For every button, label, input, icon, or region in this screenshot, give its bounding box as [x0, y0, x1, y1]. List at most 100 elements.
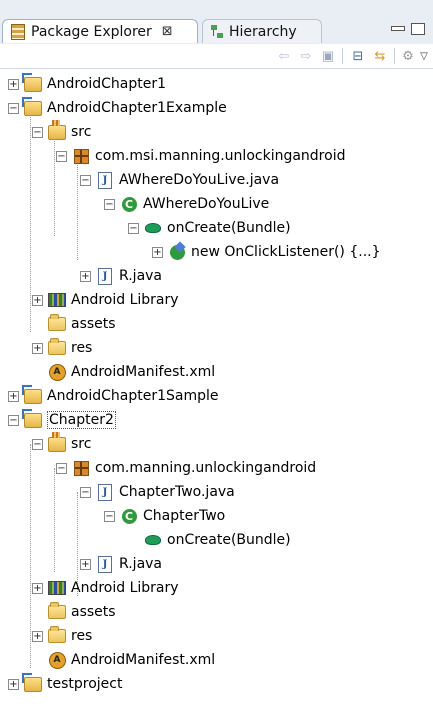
- tree-item-label: src: [71, 124, 92, 140]
- toolbar-separator: [394, 48, 395, 64]
- folder-icon: [48, 626, 66, 645]
- view-toolbar: ⇦ ⇨ ▣ ⊟ ⇆ ⚙ ▽: [0, 44, 433, 69]
- tree-item-label: AWhereDoYouLive: [143, 196, 270, 212]
- source-folder-icon: [48, 431, 66, 453]
- tree-item-method[interactable]: onCreate(Bundle): [128, 528, 291, 552]
- forward-arrow-icon[interactable]: ⇨: [298, 48, 314, 64]
- tree-item-label: AndroidManifest.xml: [71, 652, 216, 668]
- collapse-icon[interactable]: −: [8, 414, 19, 426]
- expand-icon[interactable]: +: [8, 78, 19, 90]
- tree-item-assets[interactable]: assets: [32, 600, 116, 624]
- java-file-icon: J: [96, 555, 114, 573]
- expand-icon[interactable]: +: [32, 630, 43, 642]
- expand-icon[interactable]: +: [32, 582, 43, 594]
- tree-item-java-file[interactable]: − J AWhereDoYouLive.java: [80, 168, 279, 192]
- tree-item-r-java[interactable]: + J R.java: [80, 552, 162, 576]
- project-tree: + AndroidChapter1 − AndroidChapter1Examp…: [0, 68, 433, 725]
- method-icon: [144, 219, 162, 237]
- maximize-icon[interactable]: [411, 23, 425, 35]
- tree-item-label: R.java: [119, 556, 163, 572]
- collapse-icon[interactable]: −: [32, 438, 43, 450]
- tree-item-label: assets: [71, 316, 116, 332]
- tree-item-label: Android Library: [71, 292, 179, 308]
- package-icon: [72, 459, 90, 477]
- tree-item-res[interactable]: + res: [32, 624, 92, 648]
- dropdown-triangle-icon[interactable]: ▽: [416, 48, 432, 64]
- tree-item-androidchapter1sample[interactable]: + AndroidChapter1Sample: [8, 384, 219, 408]
- collapse-icon[interactable]: −: [8, 102, 19, 114]
- tree-item-r-java[interactable]: + J R.java: [80, 264, 162, 288]
- tree-item-anonymous-class[interactable]: + new OnClickListener() {...}: [152, 240, 381, 264]
- tree-item-src[interactable]: − src: [32, 431, 91, 456]
- method-icon: [144, 531, 162, 549]
- project-icon: [22, 408, 42, 429]
- tree-item-assets[interactable]: assets: [32, 312, 116, 336]
- manifest-icon: A: [48, 651, 66, 669]
- collapse-icon[interactable]: −: [32, 126, 43, 138]
- tree-item-manifest[interactable]: A AndroidManifest.xml: [32, 360, 215, 384]
- expand-icon[interactable]: +: [80, 558, 91, 570]
- collapse-all-icon[interactable]: ⊟: [350, 48, 366, 64]
- tree-item-label: testproject: [47, 676, 123, 692]
- tree-item-label: com.msi.manning.unlockingandroid: [95, 148, 346, 164]
- collapse-icon[interactable]: −: [56, 150, 67, 162]
- collapse-icon[interactable]: −: [80, 486, 91, 498]
- tree-item-label: Chapter2: [47, 411, 116, 429]
- tree-connector: [54, 132, 55, 236]
- tree-connector: [54, 468, 55, 572]
- tree-connector: [30, 444, 31, 668]
- tree-item-src[interactable]: − src: [32, 119, 92, 144]
- tree-item-label: onCreate(Bundle): [167, 220, 291, 236]
- collapse-icon[interactable]: −: [104, 510, 115, 522]
- expand-icon[interactable]: +: [32, 342, 43, 354]
- tree-item-chapter2[interactable]: − Chapter2: [8, 408, 116, 432]
- close-icon[interactable]: ⊠: [162, 24, 173, 39]
- tree-item-java-file[interactable]: − J ChapterTwo.java: [80, 480, 235, 504]
- tree-item-class[interactable]: − C AWhereDoYouLive: [104, 192, 269, 216]
- java-file-icon: J: [96, 267, 114, 285]
- link-with-editor-icon[interactable]: ⇆: [372, 48, 388, 64]
- collapse-icon[interactable]: −: [80, 174, 91, 186]
- package-explorer-icon: [11, 23, 25, 40]
- tree-item-label: AWhereDoYouLive.java: [119, 172, 280, 188]
- tab-hierarchy[interactable]: Hierarchy: [202, 19, 322, 43]
- hierarchy-icon: [211, 24, 223, 39]
- tree-item-method[interactable]: − onCreate(Bundle): [128, 216, 291, 240]
- minimize-icon[interactable]: [391, 26, 405, 31]
- go-into-icon[interactable]: ▣: [320, 48, 336, 64]
- collapse-icon[interactable]: −: [128, 222, 139, 234]
- tree-item-label: AndroidChapter1: [47, 76, 167, 92]
- project-icon: [22, 72, 42, 93]
- manifest-icon: A: [48, 363, 66, 381]
- tree-item-label: AndroidChapter1Sample: [47, 388, 219, 404]
- expand-icon[interactable]: +: [80, 270, 91, 282]
- tree-item-manifest[interactable]: A AndroidManifest.xml: [32, 648, 215, 672]
- expand-icon[interactable]: +: [8, 678, 19, 690]
- library-icon: [48, 579, 66, 597]
- tree-item-res[interactable]: + res: [32, 336, 92, 360]
- tree-item-class[interactable]: − C ChapterTwo: [104, 504, 225, 528]
- package-icon: [72, 147, 90, 165]
- tree-item-androidchapter1[interactable]: + AndroidChapter1: [8, 72, 166, 96]
- tree-item-label: assets: [71, 604, 116, 620]
- tree-item-testproject[interactable]: + testproject: [8, 672, 122, 696]
- tree-item-android-library[interactable]: + Android Library: [32, 576, 179, 600]
- source-folder-icon: [48, 119, 66, 141]
- project-icon: [22, 672, 42, 693]
- expand-icon[interactable]: +: [152, 246, 163, 258]
- tree-item-label: res: [71, 340, 93, 356]
- expand-icon[interactable]: +: [8, 390, 19, 402]
- collapse-icon[interactable]: −: [104, 198, 115, 210]
- collapse-icon[interactable]: −: [56, 462, 67, 474]
- tab-package-explorer[interactable]: Package Explorer ⊠: [2, 19, 198, 43]
- class-icon: C: [120, 507, 138, 525]
- tree-item-androidchapter1example[interactable]: − AndroidChapter1Example: [8, 96, 227, 120]
- anonymous-class-icon: [168, 243, 186, 261]
- tree-item-label: res: [71, 628, 93, 644]
- tree-item-android-library[interactable]: + Android Library: [32, 288, 179, 312]
- view-menu-icon[interactable]: ⚙: [400, 48, 416, 64]
- back-arrow-icon[interactable]: ⇦: [276, 48, 292, 64]
- expand-icon[interactable]: +: [32, 294, 43, 306]
- tree-item-package[interactable]: − com.msi.manning.unlockingandroid: [56, 144, 345, 168]
- tree-item-package[interactable]: − com.manning.unlockingandroid: [56, 456, 316, 480]
